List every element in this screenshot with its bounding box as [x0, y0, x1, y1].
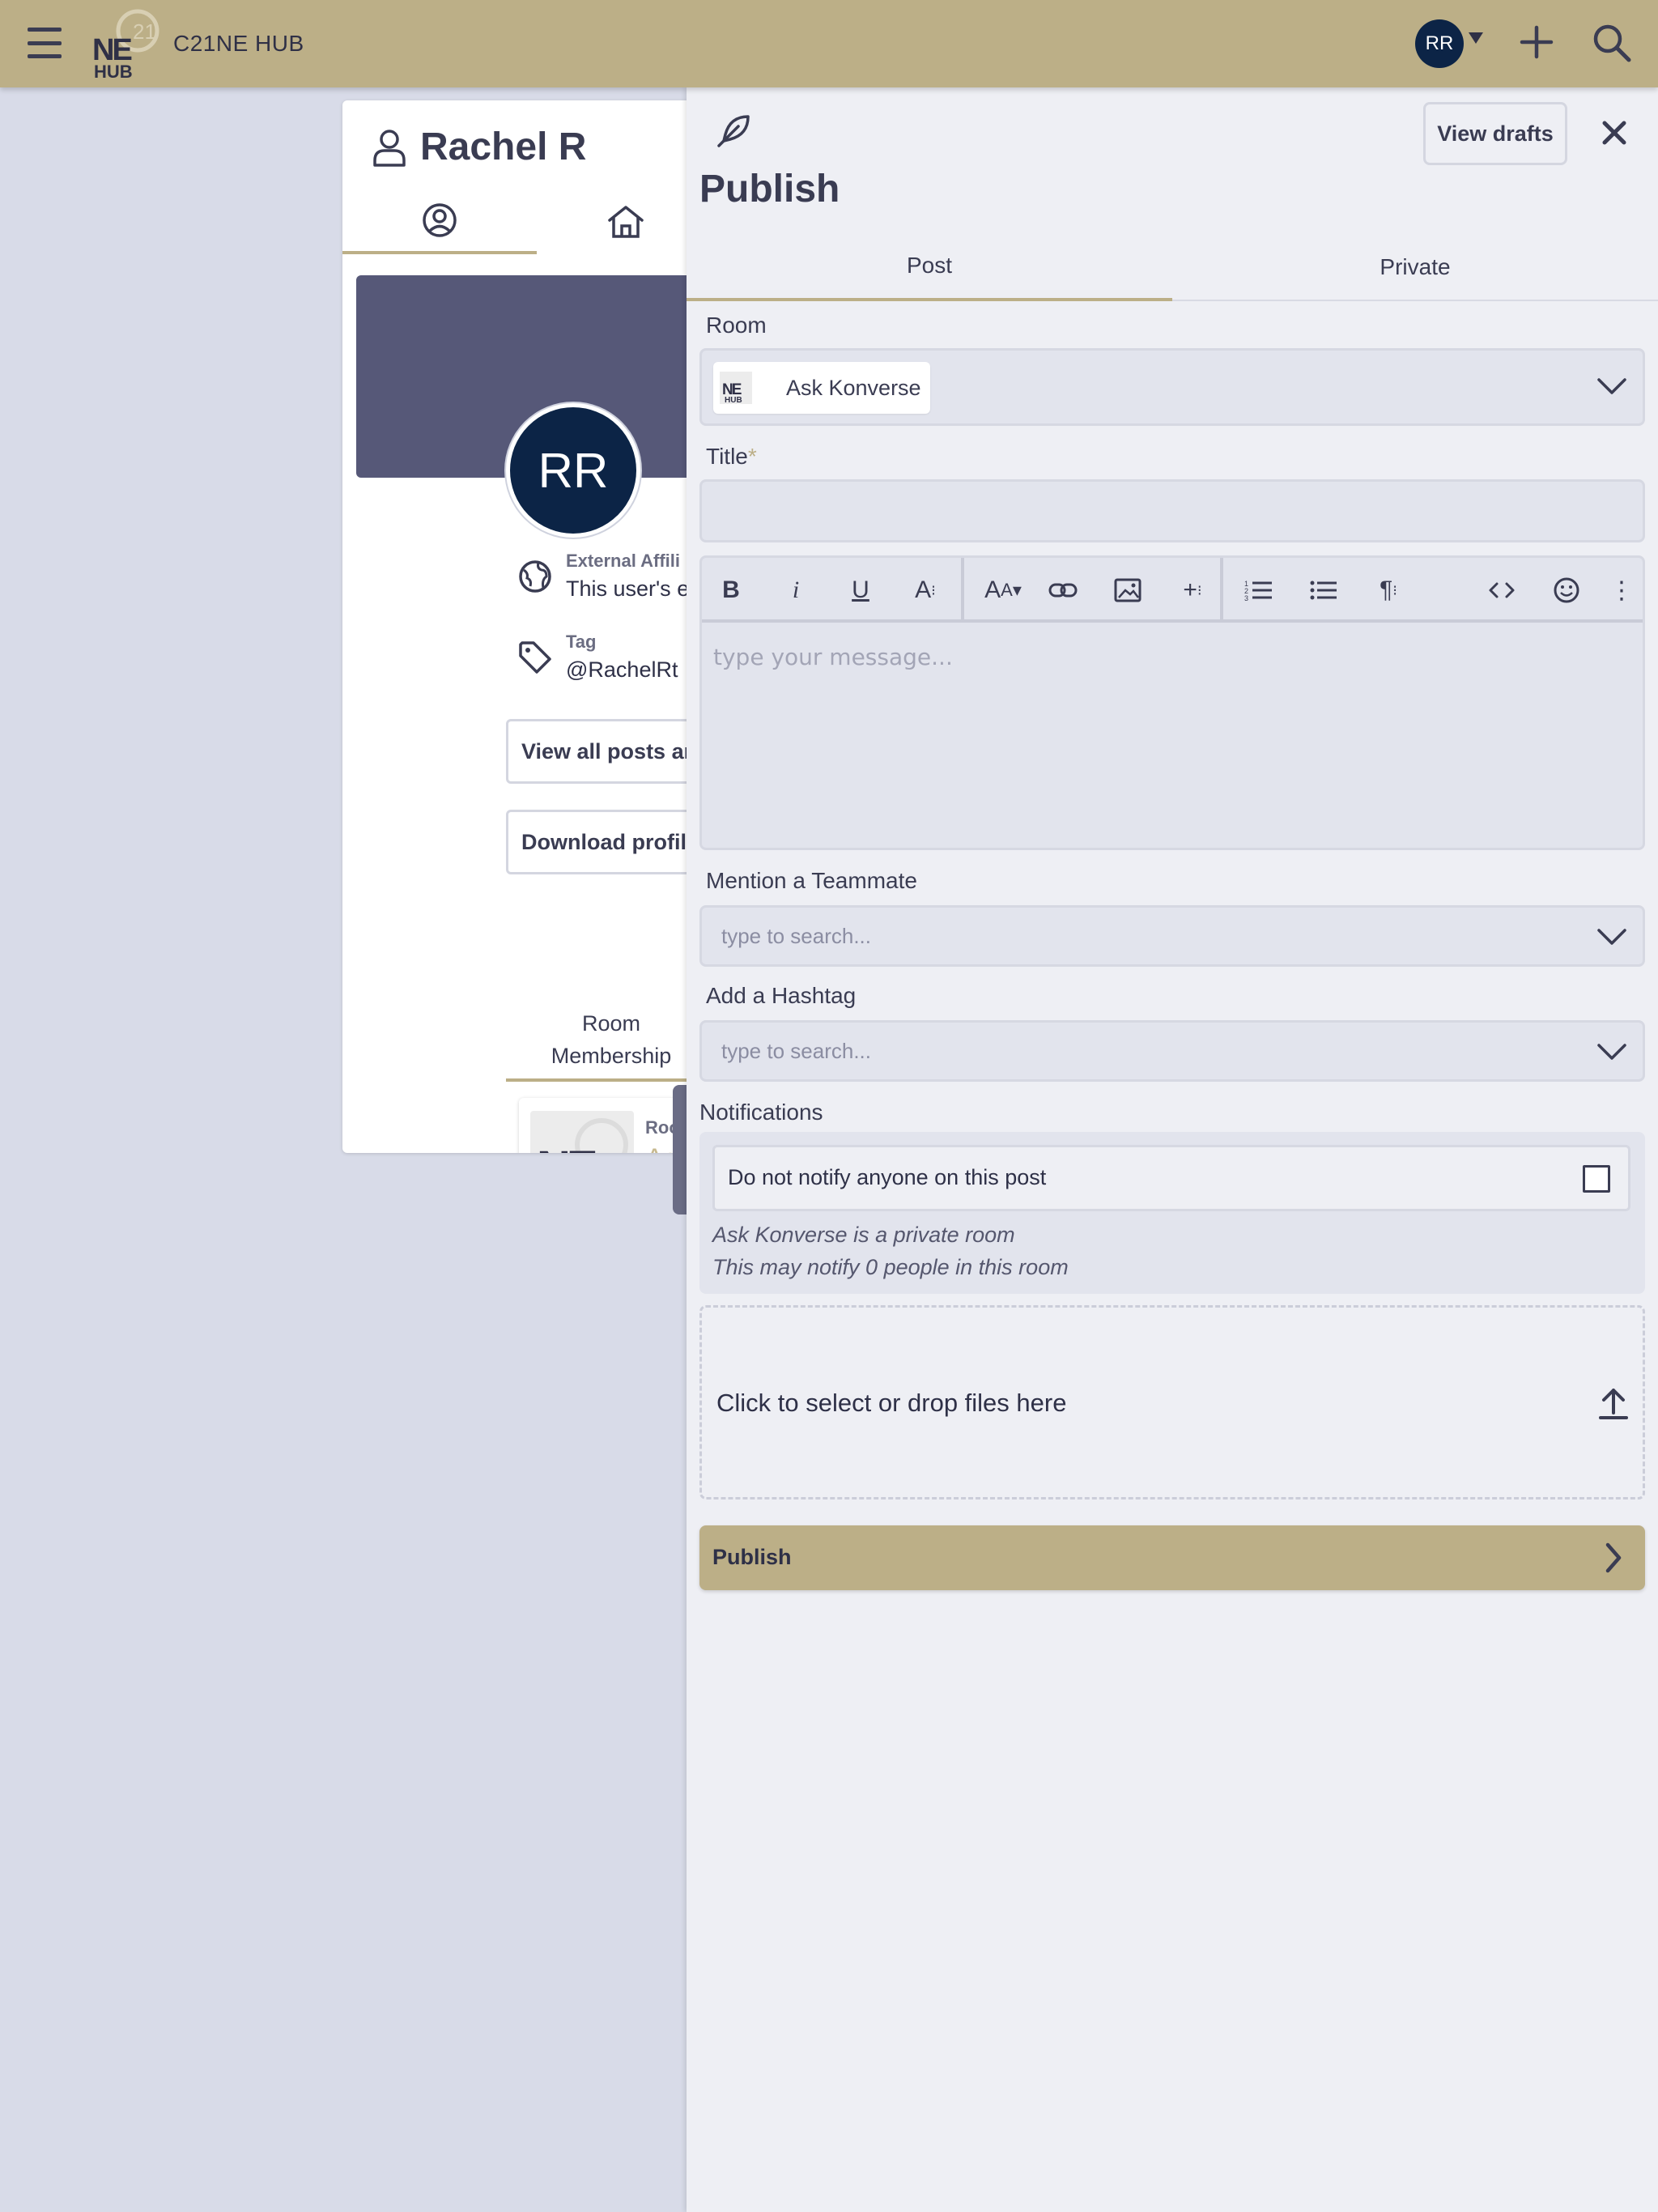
do-not-notify-label: Do not notify anyone on this post [728, 1165, 1047, 1189]
link-icon [1048, 583, 1078, 598]
tab-room-membership[interactable]: Room Membership [506, 1007, 715, 1082]
svg-text:21: 21 [133, 19, 156, 44]
publish-button[interactable]: Publish [699, 1525, 1645, 1590]
svg-text:NE: NE [537, 1142, 597, 1153]
user-icon [373, 129, 406, 167]
external-affiliation-value: This user's e [566, 576, 690, 601]
hashtag-placeholder: type to search... [721, 1039, 871, 1063]
upload-icon [1599, 1389, 1628, 1419]
mention-label: Mention a Teammate [706, 868, 917, 893]
menu-icon[interactable] [28, 28, 62, 58]
bullet-list-button[interactable] [1304, 571, 1343, 610]
home-icon [608, 206, 644, 238]
svg-text:HUB: HUB [725, 396, 742, 404]
file-dropzone[interactable]: Click to select or drop files here [699, 1305, 1645, 1499]
tab-private[interactable]: Private [1172, 233, 1658, 301]
emoji-button[interactable] [1547, 571, 1586, 610]
room-label: Room [706, 313, 767, 338]
download-profile-button[interactable]: Download profile [506, 810, 715, 874]
mention-placeholder: type to search... [721, 924, 871, 948]
mention-input[interactable]: type to search... [699, 905, 1645, 967]
publish-button-label: Publish [712, 1545, 792, 1569]
profile-card: Rachel R RR External Affili This user's … [342, 100, 715, 1153]
profile-name: Rachel R [420, 125, 587, 168]
profile-header: Rachel R [372, 125, 586, 169]
title-input[interactable] [699, 479, 1645, 542]
tab-profile[interactable] [342, 189, 537, 254]
close-icon[interactable] [1598, 117, 1630, 149]
publish-tabs: Post Private [687, 233, 1658, 301]
title-label: Title* [706, 444, 757, 469]
search-icon[interactable] [1592, 23, 1632, 63]
notifications-label: Notifications [699, 1100, 823, 1125]
underline-button[interactable]: U [841, 571, 880, 610]
external-affiliation-label: External Affili [566, 551, 680, 571]
profile-avatar: RR [506, 403, 640, 538]
image-button[interactable] [1108, 571, 1147, 610]
publish-drawer: Publish View drafts Post Private Room NE… [687, 87, 1658, 2212]
user-circle-icon [423, 203, 457, 237]
paragraph-button[interactable]: ¶ ⁝ [1369, 571, 1408, 610]
text-case-button[interactable]: A A▾ [977, 571, 1029, 610]
view-drafts-button[interactable]: View drafts [1423, 102, 1567, 165]
membership-tab-line2: Membership [551, 1044, 672, 1068]
room-chip[interactable]: NE HUB Ask Konverse [713, 362, 930, 414]
more-icon[interactable]: ⋮ [1609, 571, 1634, 610]
tag-value: @RachelRt [566, 657, 678, 682]
italic-button[interactable]: i [776, 571, 815, 610]
code-button[interactable] [1482, 571, 1521, 610]
svg-text:3: 3 [1244, 594, 1248, 602]
private-room-note: Ask Konverse is a private room [712, 1223, 1015, 1247]
tag-label: Tag [566, 632, 597, 652]
message-editor: B i U A ⁝ A A▾ + ⁝ 123 ¶ ⁝ ⋮ type your m… [699, 555, 1645, 850]
plus-icon[interactable] [1519, 24, 1554, 60]
font-size-button[interactable]: A ⁝ [906, 571, 945, 610]
bullet-list-icon [1310, 581, 1337, 600]
chevron-right-icon [1605, 1542, 1622, 1573]
ordered-list-icon: 123 [1244, 580, 1272, 602]
message-input[interactable]: type your message... [713, 644, 953, 670]
external-affiliation: External Affili This user's e [517, 551, 689, 602]
drawer-title: Publish [699, 168, 840, 211]
chevron-down-icon[interactable] [1596, 376, 1628, 396]
svg-text:HUB: HUB [94, 62, 133, 82]
view-all-posts-button[interactable]: View all posts an [506, 719, 715, 784]
code-icon [1489, 582, 1515, 598]
emoji-icon [1554, 577, 1579, 603]
room-chip-logo: NE HUB [720, 372, 752, 404]
caret-down-icon[interactable] [1469, 32, 1483, 44]
top-bar: 21 NE HUB C21NE HUB RR [0, 0, 1658, 87]
user-tag: Tag @RachelRt [517, 632, 678, 683]
notify-count-note: This may notify 0 people in this room [712, 1255, 1069, 1279]
app-name: C21NE HUB [173, 31, 304, 56]
globe-icon [519, 560, 551, 593]
chevron-down-icon[interactable] [1596, 1042, 1628, 1061]
do-not-notify-option[interactable]: Do not notify anyone on this post [712, 1145, 1630, 1211]
room-select[interactable]: NE HUB Ask Konverse [699, 348, 1645, 426]
ordered-list-button[interactable]: 123 [1239, 571, 1278, 610]
dropzone-text: Click to select or drop files here [716, 1389, 1067, 1417]
user-avatar[interactable]: RR [1415, 19, 1464, 68]
do-not-notify-checkbox[interactable] [1583, 1165, 1610, 1193]
chevron-down-icon[interactable] [1596, 927, 1628, 946]
room-selected: Ask Konverse [786, 375, 921, 400]
notifications-panel: Do not notify anyone on this post Ask Ko… [699, 1132, 1645, 1294]
image-icon [1114, 578, 1141, 602]
insert-button[interactable]: + ⁝ [1173, 571, 1212, 610]
editor-toolbar: B i U A ⁝ A A▾ + ⁝ 123 ¶ ⁝ ⋮ [702, 558, 1643, 623]
tab-post[interactable]: Post [687, 233, 1172, 301]
hashtag-input[interactable]: type to search... [699, 1020, 1645, 1082]
tag-icon [519, 641, 551, 674]
room-logo: NE HUB [530, 1111, 634, 1153]
membership-tab-line1: Room [581, 1011, 641, 1036]
bold-button[interactable]: B [712, 571, 750, 610]
app-logo[interactable]: 21 NE HUB [91, 6, 164, 83]
feather-icon [717, 115, 750, 147]
hashtag-label: Add a Hashtag [706, 983, 857, 1008]
link-button[interactable] [1044, 571, 1082, 610]
